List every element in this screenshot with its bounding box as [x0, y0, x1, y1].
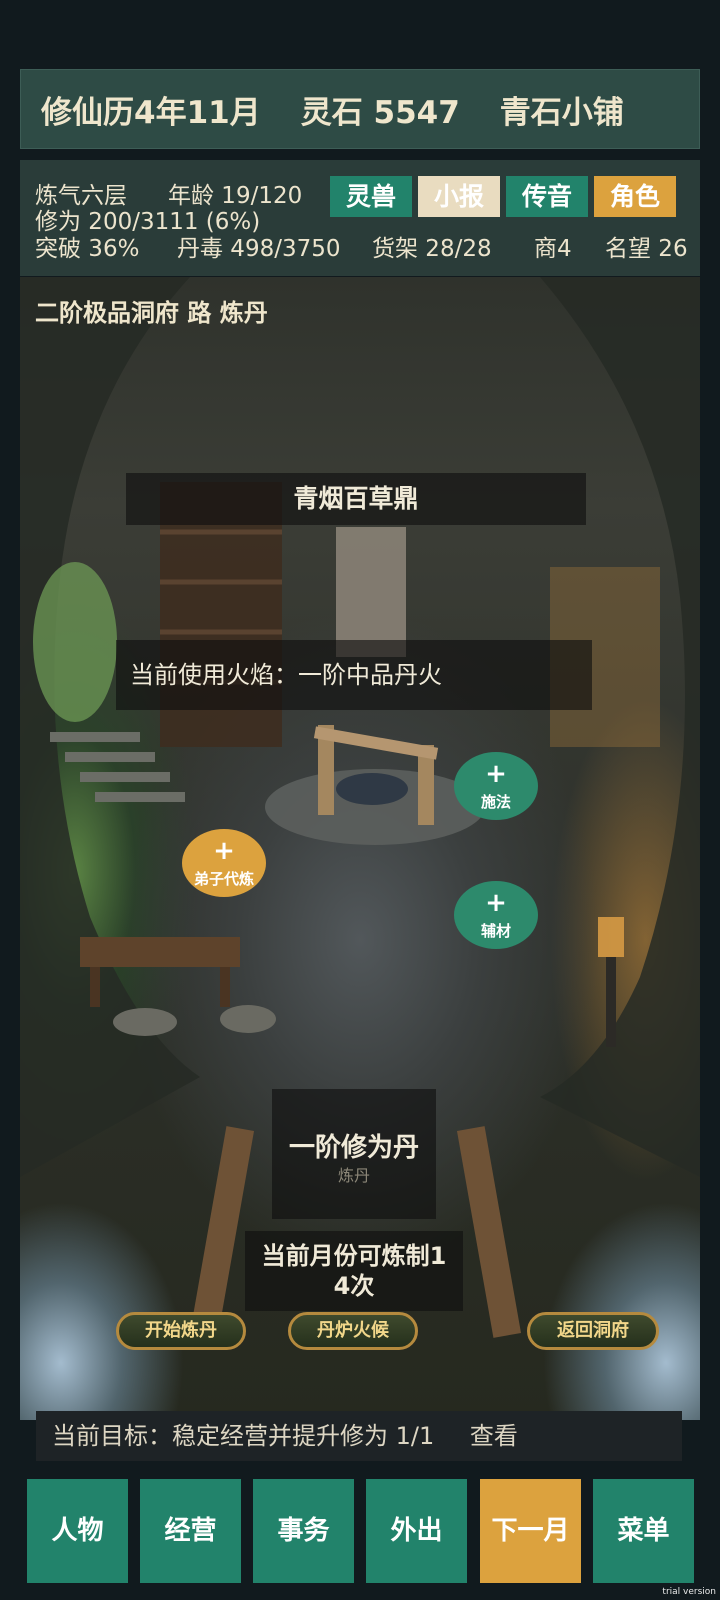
calendar-date: 修仙历4年11月 — [41, 94, 261, 131]
location-title: 二阶极品洞府 路 炼丹 — [35, 299, 268, 327]
message-button[interactable]: 传音 — [506, 176, 588, 217]
reputation-value: 名望 26 — [605, 236, 688, 262]
recipe-subtitle: 炼丹 — [337, 1166, 370, 1185]
news-button[interactable]: 小报 — [418, 176, 500, 217]
top-status-bar: 修仙历4年11月 灵石 5547 青石小铺 — [20, 69, 700, 149]
pill-poison: 丹毒 498/3750 — [177, 236, 341, 262]
nav-menu[interactable]: 菜单 — [593, 1479, 694, 1583]
furnace-heat-button[interactable]: 丹炉火候 — [288, 1312, 418, 1350]
character-status-panel: 炼气六层 年龄 19/120 修为 200/3111 (6%) 突破 36% 丹… — [20, 160, 700, 276]
spirit-stones-count: 灵石 5547 — [300, 94, 460, 131]
nav-next-month[interactable]: 下一月 — [480, 1479, 581, 1583]
auxiliary-material-label: 辅材 — [480, 922, 511, 940]
return-cave-button[interactable]: 返回洞府 — [527, 1312, 659, 1350]
nav-go-out[interactable]: 外出 — [366, 1479, 467, 1583]
nav-affairs[interactable]: 事务 — [253, 1479, 354, 1583]
cast-spell-label: 施法 — [480, 793, 511, 811]
alchemy-cave-scene: 二阶极品洞府 路 炼丹 青烟百草鼎 当前使用火焰：一阶中品丹火 + 施法 + 弟… — [20, 277, 700, 1420]
disciple-refine-label: 弟子代炼 — [193, 870, 254, 888]
start-refining-button[interactable]: 开始炼丹 — [116, 1312, 246, 1350]
view-goal-link[interactable]: 查看 — [470, 1422, 518, 1450]
trial-watermark: trial version — [662, 1587, 716, 1597]
breakthrough-chance: 突破 36% — [35, 236, 140, 262]
shop-name: 青石小铺 — [499, 94, 624, 131]
nav-business[interactable]: 经营 — [140, 1479, 241, 1583]
plus-icon: + — [213, 836, 235, 866]
character-button[interactable]: 角色 — [594, 176, 676, 217]
plus-icon: + — [485, 759, 507, 789]
disciple-refine-button[interactable]: + 弟子代炼 — [182, 829, 266, 897]
furnace-name[interactable]: 青烟百草鼎 — [126, 473, 586, 525]
monthly-refine-limit: 当前月份可炼制14次 — [245, 1231, 463, 1311]
recipe-name: 一阶修为丹 — [288, 1133, 419, 1163]
spirit-beast-button[interactable]: 灵兽 — [330, 176, 412, 217]
merchant-level: 商4 — [534, 236, 572, 262]
shelf-count: 货架 28/28 — [372, 236, 492, 262]
current-flame[interactable]: 当前使用火焰：一阶中品丹火 — [116, 640, 592, 710]
current-goal-bar: 当前目标：稳定经营并提升修为 1/1 查看 — [36, 1411, 682, 1461]
nav-character[interactable]: 人物 — [27, 1479, 128, 1583]
goal-text: 当前目标：稳定经营并提升修为 1/1 — [52, 1422, 435, 1450]
recipe-selector[interactable]: 一阶修为丹 炼丹 — [272, 1089, 436, 1219]
cast-spell-button[interactable]: + 施法 — [454, 752, 538, 820]
plus-icon: + — [485, 888, 507, 918]
auxiliary-material-button[interactable]: + 辅材 — [454, 881, 538, 949]
